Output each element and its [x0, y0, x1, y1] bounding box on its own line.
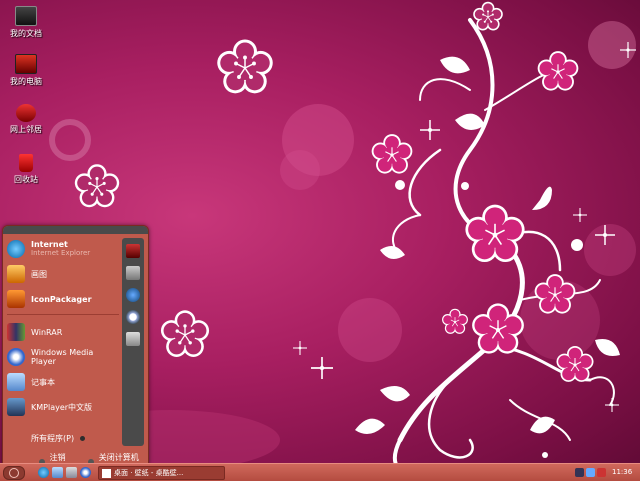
app-tray-icon[interactable]: [597, 467, 606, 477]
start-menu-header: [3, 226, 148, 234]
arrow-right-icon: [80, 436, 86, 441]
desktop-icon-recycle-bin[interactable]: 回收站: [4, 154, 48, 185]
computer-icon[interactable]: [126, 244, 140, 258]
menu-item-title: Internet: [31, 240, 68, 249]
documents-icon[interactable]: [126, 266, 140, 280]
menu-item-paint[interactable]: 画图: [7, 263, 119, 285]
speaker-tray-icon[interactable]: [586, 467, 595, 477]
desktop-icon-label: 网上邻居: [10, 125, 42, 134]
winrar-icon: [7, 323, 25, 341]
menu-separator: [7, 314, 119, 315]
menu-item-internet[interactable]: Internet Internet Explorer: [7, 238, 119, 260]
desktop-icon-label: 回收站: [14, 175, 38, 184]
start-orb-icon: [9, 468, 19, 478]
taskbar-window-title: 桌面 · 壁纸 - 桌酷壁...: [114, 469, 184, 477]
taskbar: 桌面 · 壁纸 - 桌酷壁... 11:36: [0, 463, 640, 481]
ie-icon: [7, 240, 25, 258]
quicklaunch-folder-icon[interactable]: [66, 467, 77, 478]
desktop-icon-network[interactable]: 网上邻居: [4, 104, 48, 135]
paint-icon: [7, 265, 25, 283]
menu-item-text: Internet Internet Explorer: [31, 240, 90, 258]
taskbar-clock[interactable]: 11:36: [612, 468, 632, 476]
menu-item-title: 记事本: [31, 377, 55, 387]
menu-item-winrar[interactable]: WinRAR: [7, 321, 119, 343]
start-menu: Internet Internet Explorer 画图 IconPackag…: [2, 225, 149, 472]
run-icon[interactable]: [126, 332, 140, 346]
computer-icon: [15, 54, 37, 74]
menu-item-title: WinRAR: [31, 327, 63, 337]
desktop-icon-label: 我的文档: [10, 29, 42, 38]
system-tray: 11:36: [575, 466, 638, 478]
notepad-icon: [7, 373, 25, 391]
desktop-icon-label: 我的电脑: [10, 77, 42, 86]
globe-icon[interactable]: [126, 288, 140, 302]
taskbar-window-button[interactable]: 桌面 · 壁纸 - 桌酷壁...: [98, 466, 225, 480]
search-icon[interactable]: [126, 310, 140, 324]
all-programs-button[interactable]: 所有程序(P): [31, 433, 86, 444]
start-button[interactable]: [3, 466, 25, 480]
media-player-icon: [7, 348, 25, 366]
all-programs-label: 所有程序(P): [31, 434, 75, 443]
menu-item-title: Windows Media Player: [31, 348, 94, 366]
menu-item-kmplayer[interactable]: KMPlayer中文版: [7, 396, 119, 418]
menu-item-media-player[interactable]: Windows Media Player: [7, 346, 119, 368]
menu-item-iconpackager[interactable]: IconPackager: [7, 288, 119, 310]
window-icon: [102, 468, 111, 478]
folder-icon: [15, 6, 37, 26]
quicklaunch-ie-icon[interactable]: [38, 467, 49, 478]
recycle-bin-icon: [19, 154, 33, 172]
menu-item-notepad[interactable]: 记事本: [7, 371, 119, 393]
menu-item-title: 画图: [31, 269, 47, 279]
network-icon: [16, 104, 36, 122]
desktop-icon-my-documents[interactable]: 我的文档: [4, 6, 48, 39]
desktop-icon-my-computer[interactable]: 我的电脑: [4, 54, 48, 87]
menu-item-subtitle: Internet Explorer: [31, 249, 91, 257]
kmplayer-icon: [7, 398, 25, 416]
quicklaunch-desktop-icon[interactable]: [52, 467, 63, 478]
start-menu-side-panel: [122, 238, 144, 446]
iconpackager-icon: [7, 290, 25, 308]
network-tray-icon[interactable]: [575, 467, 584, 477]
menu-item-title: KMPlayer中文版: [31, 402, 93, 412]
start-menu-program-list: Internet Internet Explorer 画图 IconPackag…: [7, 238, 119, 421]
quicklaunch-media-icon[interactable]: [80, 467, 91, 478]
menu-item-title: IconPackager: [31, 294, 92, 304]
